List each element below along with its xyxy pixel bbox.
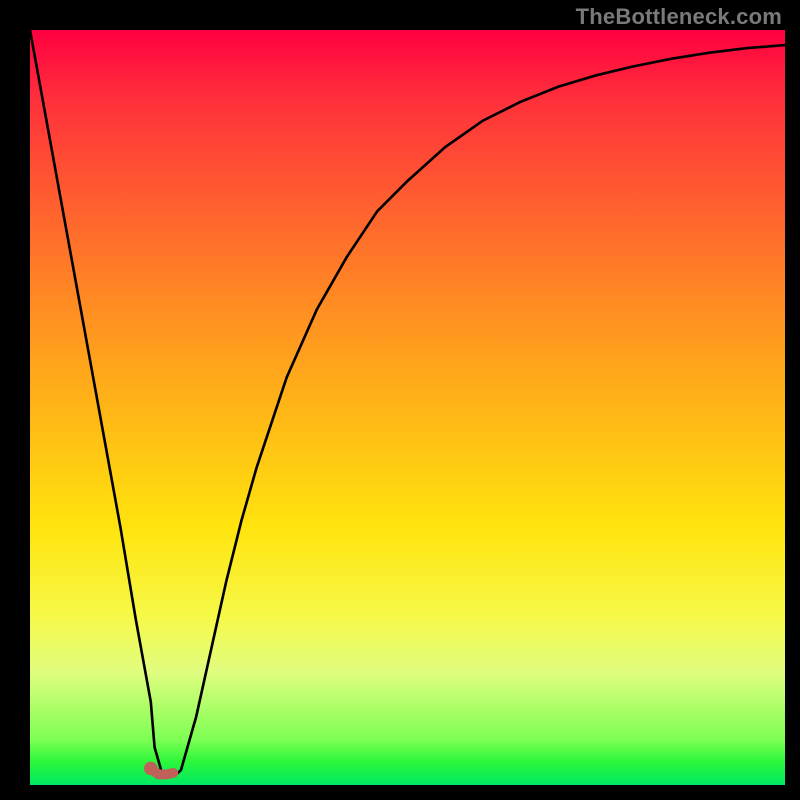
optimal-segment-path — [151, 768, 174, 774]
plot-area — [30, 30, 785, 785]
curve-layer — [30, 30, 785, 785]
highlight-layer — [30, 30, 785, 785]
optimal-start-dot — [144, 762, 158, 776]
chart-frame: TheBottleneck.com — [0, 0, 800, 800]
bottleneck-curve-path — [30, 30, 785, 774]
watermark-text: TheBottleneck.com — [576, 4, 782, 30]
